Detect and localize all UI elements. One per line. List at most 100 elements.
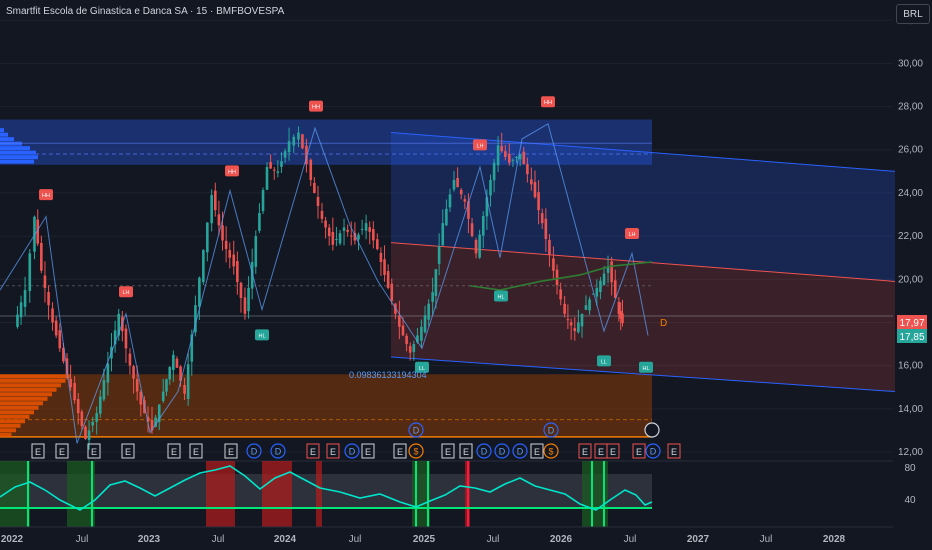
time-tick: 2028: [823, 534, 846, 545]
candle-body: [569, 322, 573, 326]
price-tick: 26,00: [898, 145, 923, 156]
candle-body: [202, 250, 205, 283]
candle-body: [478, 234, 481, 258]
time-tick: 2025: [413, 534, 436, 545]
candle-body: [28, 253, 32, 292]
earnings-icon-text: E: [445, 447, 451, 457]
swing-label-text: HL: [642, 366, 649, 372]
candle-body: [132, 366, 135, 379]
candle-body: [346, 229, 349, 232]
candle-body: [386, 271, 390, 288]
candle-body: [276, 171, 280, 173]
candle-body: [398, 315, 401, 327]
candle-body: [613, 280, 617, 298]
dividend-icon-text: D: [275, 447, 282, 457]
earnings-icon-text: E: [193, 447, 199, 457]
candle-body: [76, 399, 80, 414]
swing-label-text: LH: [628, 232, 635, 238]
price-chart[interactable]: HHLHHHHHLHHHLHHLHLLLLLHL0.09836133194304…: [0, 0, 932, 550]
candle-body: [595, 287, 599, 297]
time-tick: Jul: [624, 534, 637, 545]
candle-body: [338, 233, 342, 244]
volume-bar: [0, 159, 34, 164]
candle-body: [232, 254, 236, 267]
candle-body: [459, 189, 463, 195]
swing-label-hl: HL: [255, 329, 269, 341]
candle-body: [206, 222, 209, 253]
candle-body: [441, 223, 445, 246]
price-tick: 24,00: [898, 188, 923, 199]
volume-bar: [0, 378, 66, 383]
candle-body: [533, 182, 537, 198]
candle-body: [324, 220, 327, 228]
candle-body: [124, 328, 128, 349]
earnings-icon-text: E: [310, 447, 316, 457]
candle-body: [316, 196, 320, 206]
candle-body: [23, 290, 27, 307]
candle-body: [405, 335, 408, 345]
candle-body: [360, 228, 364, 230]
candle-body: [106, 363, 110, 383]
candle-body: [437, 246, 441, 264]
candle-body: [530, 179, 533, 185]
candle-body: [434, 269, 438, 296]
swing-label-hl: HL: [639, 361, 653, 373]
earnings-icon-text: E: [125, 447, 131, 457]
candle-body: [331, 231, 335, 245]
candle-body: [423, 315, 427, 333]
volume-bar: [0, 383, 61, 388]
swing-label-text: HL: [258, 333, 265, 339]
candle-body: [508, 153, 511, 163]
candle-body: [504, 151, 507, 157]
candle-body: [584, 305, 588, 310]
candle-body: [500, 145, 504, 152]
candle-body: [376, 239, 379, 250]
swing-label-text: HH: [42, 193, 50, 199]
candle-body: [544, 218, 548, 239]
swing-label-hh: HH: [225, 165, 239, 177]
earnings-icon-text: E: [534, 447, 540, 457]
candle-body: [390, 283, 394, 301]
volume-bar: [0, 155, 38, 160]
candle-body: [511, 159, 515, 161]
candle-body: [16, 314, 19, 327]
earnings-icon-text: E: [598, 447, 604, 457]
earnings-icon-text: E: [59, 447, 65, 457]
oscillator-zone: [316, 461, 322, 527]
candle-body: [73, 383, 76, 401]
candle-body: [563, 303, 566, 314]
time-tick: Jul: [349, 534, 362, 545]
candle-body: [368, 227, 372, 232]
candle-body: [470, 223, 474, 237]
dividend-icon-text: D: [499, 447, 506, 457]
candle-body: [69, 378, 72, 388]
candle-body: [474, 239, 478, 254]
candle-body: [287, 141, 291, 153]
candle-body: [537, 192, 540, 211]
alert-icon: [644, 422, 660, 438]
swing-label-text: HH: [544, 100, 552, 106]
earnings-icon-text: E: [35, 447, 41, 457]
swing-label-text: LH: [476, 143, 483, 149]
earnings-icon-text: E: [171, 447, 177, 457]
candle-body: [272, 169, 276, 171]
candle-body: [427, 303, 430, 320]
candle-body: [357, 234, 360, 240]
candle-body: [602, 273, 606, 286]
candle-body: [379, 252, 383, 263]
swing-label-lh: LH: [473, 139, 487, 151]
candle-body: [198, 277, 201, 307]
candle-body: [172, 354, 175, 370]
oscillator-tick: 40: [904, 495, 916, 506]
earnings-icon-text: E: [636, 447, 642, 457]
time-tick: 2023: [138, 534, 161, 545]
split-icon-text: $: [413, 447, 418, 457]
dividend-icon-text: D: [548, 426, 555, 436]
candle-body: [228, 249, 232, 258]
candle-body: [297, 132, 300, 140]
candle-body: [168, 367, 172, 380]
currency-button[interactable]: BRL: [896, 4, 930, 24]
candle-body: [254, 236, 258, 267]
swing-label-text: HH: [228, 169, 236, 175]
candle-body: [239, 282, 243, 298]
